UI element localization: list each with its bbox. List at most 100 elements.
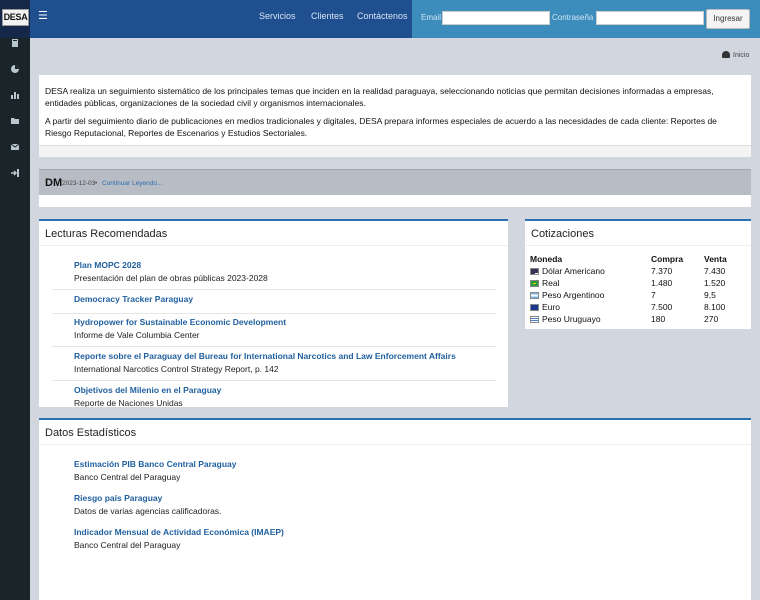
- email-label: Email: [421, 13, 442, 22]
- statistic-source: Banco Central del Paraguay: [74, 540, 181, 550]
- currency-cell: Peso Argentinoo: [530, 289, 651, 301]
- buy-cell: 7.370: [651, 266, 673, 276]
- statistic-link[interactable]: Estimación PIB Banco Central Paraguay: [74, 459, 496, 469]
- buy-cell: 7.500: [651, 302, 673, 312]
- table-row: Peso Argentinoo 7 9,5: [530, 289, 744, 301]
- buy-cell: 7: [651, 290, 656, 300]
- list-item: Hydropower for Sustainable Economic Deve…: [52, 317, 496, 347]
- intro-paragraph-1: DESA realiza un seguimiento sistemático …: [45, 86, 714, 108]
- reading-link[interactable]: Objetivos del Milenio en el Paraguay: [74, 385, 496, 395]
- sell-cell: 1.520: [704, 278, 726, 288]
- dm-separator: •: [95, 180, 98, 187]
- menu-toggle-icon[interactable]: ☰: [38, 9, 48, 22]
- currency-name: Peso Argentinoo: [542, 290, 605, 300]
- folder-icon[interactable]: [9, 116, 21, 128]
- reading-link[interactable]: Hydropower for Sustainable Economic Deve…: [74, 317, 496, 327]
- table-row: Real 1.480 1.520: [530, 277, 744, 289]
- reading-link[interactable]: Democracy Tracker Paraguay: [74, 294, 496, 304]
- us-flag-icon: [530, 268, 539, 275]
- statistic-source: Banco Central del Paraguay: [74, 472, 181, 482]
- password-field[interactable]: [596, 11, 704, 25]
- recommended-readings-panel: Lecturas Recomendadas Plan MOPC 2028 Pre…: [39, 219, 508, 407]
- reading-link[interactable]: Plan MOPC 2028: [74, 260, 496, 270]
- dm-header: DM 2023-12-03 • Continuar Leyendo...: [39, 169, 751, 195]
- nav-clientes[interactable]: Clientes: [311, 11, 344, 21]
- table-row: Dólar Americano 7.370 7.430: [530, 265, 744, 277]
- list-item: Objetivos del Milenio en el Paraguay Rep…: [74, 385, 496, 407]
- continue-reading-link[interactable]: Continuar Leyendo...: [102, 180, 162, 187]
- eu-flag-icon: [530, 304, 539, 311]
- currency-cell: Euro: [530, 301, 651, 313]
- reading-subtitle: Presentación del plan de obras públicas …: [74, 273, 268, 283]
- nav-servicios[interactable]: Servicios: [259, 11, 296, 21]
- breadcrumb-home[interactable]: Inicio: [733, 52, 749, 59]
- reading-subtitle: Informe de Vale Columbia Center: [74, 330, 200, 340]
- panel-title: Cotizaciones: [531, 228, 594, 240]
- currency-name: Euro: [542, 302, 560, 312]
- list-item: Democracy Tracker Paraguay: [52, 294, 496, 314]
- column-header: Moneda: [530, 254, 563, 264]
- reading-subtitle: Reporte de Naciones Unidas: [74, 398, 183, 407]
- table-row: Peso Uruguayo 180 270: [530, 313, 744, 325]
- column-header: Compra: [651, 254, 684, 264]
- table-row: Euro 7.500 8.100: [530, 301, 744, 313]
- navbar-left-section: [0, 0, 412, 38]
- currency-cell: Peso Uruguayo: [530, 313, 651, 325]
- reading-link[interactable]: Reporte sobre el Paraguay del Bureau for…: [74, 351, 496, 361]
- item-divider: [52, 346, 496, 347]
- nav-contactenos[interactable]: Contáctenos: [357, 11, 408, 21]
- dm-title: DM: [45, 177, 63, 189]
- sell-cell: 270: [704, 314, 719, 324]
- panel-title: Datos Estadísticos: [45, 427, 137, 439]
- intro-footer: [39, 145, 751, 157]
- column-header: Venta: [704, 254, 727, 264]
- envelope-icon[interactable]: [9, 142, 21, 154]
- buy-cell: 180: [651, 314, 666, 324]
- item-divider: [52, 289, 496, 290]
- sign-in-icon[interactable]: [9, 168, 21, 180]
- logo-area[interactable]: DESA: [0, 0, 30, 38]
- statistic-source: Datos de varias agencias calificadoras.: [74, 506, 222, 516]
- readings-list[interactable]: Plan MOPC 2028 Presentación del plan de …: [39, 246, 508, 407]
- dm-box: DM 2023-12-03 • Continuar Leyendo...: [39, 169, 751, 207]
- statistics-panel: Datos Estadísticos Estimación PIB Banco …: [39, 418, 751, 600]
- sidebar: [0, 38, 30, 600]
- item-divider: [52, 313, 496, 314]
- currency-cell: Dólar Americano: [530, 265, 651, 277]
- exchange-rates-panel: Cotizaciones Moneda Compra Venta Dólar A…: [525, 219, 751, 329]
- uruguay-flag-icon: [530, 316, 539, 323]
- sell-cell: 8.100: [704, 302, 726, 312]
- statistic-link[interactable]: Indicador Mensual de Actividad Económica…: [74, 527, 496, 537]
- currency-name: Peso Uruguayo: [542, 314, 601, 324]
- panel-divider: [525, 245, 751, 246]
- list-item: Estimación PIB Banco Central Paraguay Ba…: [74, 459, 496, 482]
- desa-logo[interactable]: DESA: [2, 9, 29, 26]
- sell-cell: 9,5: [704, 290, 716, 300]
- top-navbar: DESA ☰ Servicios Clientes Contáctenos Em…: [0, 0, 760, 38]
- currency-name: Real: [542, 278, 560, 288]
- list-item: Reporte sobre el Paraguay del Bureau for…: [52, 351, 496, 381]
- exchange-rates-table: Moneda Compra Venta Dólar Americano 7.37…: [530, 253, 744, 325]
- brazil-flag-icon: [530, 280, 539, 287]
- list-item: Indicador Mensual de Actividad Económica…: [74, 527, 496, 550]
- home-icon: [722, 51, 730, 58]
- password-label: Contraseña: [552, 13, 594, 22]
- list-item: Riesgo país Paraguay Datos de varias age…: [74, 493, 496, 516]
- login-button[interactable]: Ingresar: [706, 9, 750, 29]
- panel-title: Lecturas Recomendadas: [45, 228, 168, 240]
- table-header-row: Moneda Compra Venta: [530, 253, 744, 265]
- pie-chart-icon[interactable]: [9, 64, 21, 76]
- sell-cell: 7.430: [704, 266, 726, 276]
- intro-box: DESA realiza un seguimiento sistemático …: [39, 75, 751, 157]
- dm-date: 2023-12-03: [62, 180, 96, 187]
- email-field[interactable]: [442, 11, 550, 25]
- list-item: Plan MOPC 2028 Presentación del plan de …: [52, 260, 496, 290]
- item-divider: [52, 380, 496, 381]
- reading-subtitle: International Narcotics Control Strategy…: [74, 364, 279, 374]
- currency-name: Dólar Americano: [542, 266, 605, 276]
- buy-cell: 1.480: [651, 278, 673, 288]
- bar-chart-icon[interactable]: [9, 90, 21, 102]
- breadcrumb[interactable]: Inicio: [722, 51, 749, 59]
- book-icon[interactable]: [9, 38, 21, 50]
- statistic-link[interactable]: Riesgo país Paraguay: [74, 493, 496, 503]
